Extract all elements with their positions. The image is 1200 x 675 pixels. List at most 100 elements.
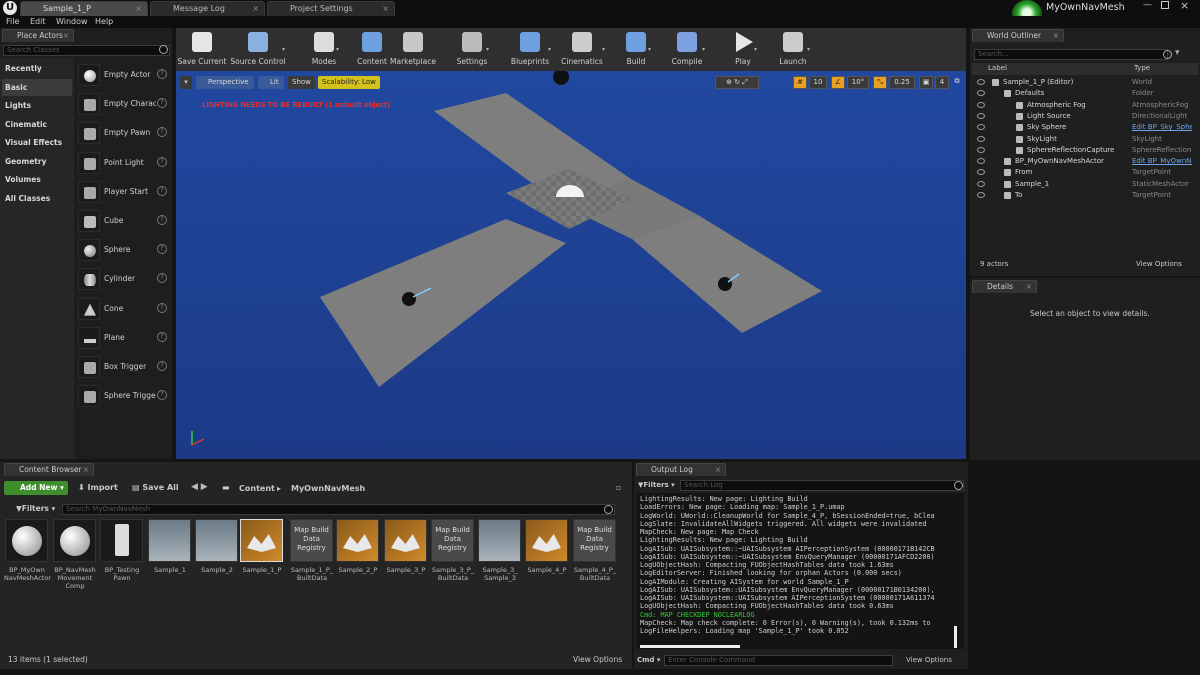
visibility-eye-icon[interactable] [977,169,985,176]
asset-tile[interactable]: Map Build Data Registry [431,519,474,562]
help-icon[interactable]: ? [157,361,167,371]
target-point-to[interactable] [718,277,732,291]
asset-tile[interactable] [148,519,191,562]
translate-tools[interactable]: ⊕ ↻ ⤢ [715,76,759,89]
import-button[interactable]: ⬇ Import [78,483,118,492]
actor-empty-pawn[interactable]: Empty Pawn? [75,119,170,147]
help-icon[interactable]: ? [157,244,167,255]
asset-tile[interactable] [384,519,427,562]
visibility-eye-icon[interactable] [977,124,985,131]
chevron-down-icon[interactable]: ▾ [807,46,810,53]
actor-player-start[interactable]: Player Start? [75,178,170,206]
outliner-row[interactable]: From TargetPoint [972,167,1194,178]
help-icon[interactable]: ? [157,127,167,138]
floor-arm-east[interactable] [632,215,822,333]
add-new-button[interactable]: Add New ▾ [4,481,68,495]
asset-tile[interactable] [100,519,143,562]
outliner-row[interactable]: Sky Sphere Edit BP_Sky_Sphere [972,122,1194,133]
floor-arm-west[interactable] [320,219,566,387]
visibility-eye-icon[interactable] [977,135,985,142]
asset-tile[interactable] [53,519,96,562]
scale-snap-icon[interactable]: ⤡ [873,76,887,89]
save-all-button[interactable]: ▤ Save All [132,483,179,492]
close-icon[interactable]: × [715,464,721,476]
log-hscrollbar[interactable] [640,645,740,648]
maximize-icon[interactable] [1161,1,1169,9]
outliner-row[interactable]: SphereReflectionCapture SphereReflectionC… [972,145,1194,156]
actor-plane[interactable]: Plane? [75,324,170,352]
modes-button[interactable]: Modes ▾ [306,28,342,71]
perspective-button[interactable]: Perspective [196,76,254,89]
compile-button[interactable]: Compile ▾ [666,28,708,71]
visibility-eye-icon[interactable] [977,112,985,119]
outliner-view-options[interactable]: View Options [1136,260,1182,268]
minimize-icon[interactable]: — [1143,0,1152,10]
asset-tile[interactable] [525,519,568,562]
actor-sphere[interactable]: Sphere? [75,236,170,264]
close-icon[interactable]: × [63,30,69,42]
blueprints-button[interactable]: Blueprints ▾ [506,28,554,71]
target-point-from[interactable] [402,292,416,306]
play-button[interactable]: Play ▾ [726,28,760,71]
rotate-snap-value[interactable]: 10° [847,76,869,89]
outliner-row[interactable]: Light Source DirectionalLight [972,111,1194,122]
lock-icon[interactable]: ▫ [616,483,621,492]
actor-cone[interactable]: Cone? [75,295,170,323]
category-all-classes[interactable]: All Classes [2,190,72,207]
launch-button[interactable]: Launch ▾ [773,28,813,71]
help-icon[interactable]: ? [157,273,167,284]
cmd-label[interactable]: Cmd ▾ [637,656,660,664]
camera-speed-value[interactable]: 4 [935,76,949,89]
asset-tile[interactable] [336,519,379,562]
close-window-icon[interactable]: × [1180,0,1189,12]
outliner-settings-icon[interactable]: ▾ [1175,48,1180,58]
asset-tile[interactable]: Map Build Data Registry [290,519,333,562]
tab-sample-1-p[interactable]: Sample_1_P × [20,1,148,16]
visibility-eye-icon[interactable] [977,180,985,187]
chevron-down-icon[interactable]: ▾ [336,46,339,53]
outliner-row[interactable]: Sample_1 StaticMeshActor [972,179,1194,190]
filters-button[interactable]: ▼Filters ▾ [16,504,55,513]
actor-empty-character[interactable]: Empty Character? [75,90,170,118]
close-icon[interactable]: × [382,2,389,16]
asset-tile[interactable] [5,519,48,562]
category-geometry[interactable]: Geometry [2,153,72,170]
log-view-options[interactable]: View Options [906,656,952,664]
help-icon[interactable]: ? [157,302,167,313]
outliner-row[interactable]: Atmospheric Fog AtmosphericFog [972,100,1194,111]
outliner-row[interactable]: Sample_1_P (Editor) World [972,77,1194,88]
visibility-eye-icon[interactable] [977,192,985,198]
actor-point-light[interactable]: Point Light? [75,149,170,177]
show-button[interactable]: Show [288,76,315,89]
close-icon[interactable]: × [135,2,142,16]
help-icon[interactable]: ? [157,215,167,225]
help-icon[interactable]: ? [157,69,167,79]
outliner-type[interactable]: Edit BP_MyOwnNavMeshActor [1132,156,1192,167]
help-icon[interactable]: ? [157,185,167,196]
help-icon[interactable]: ? [157,331,167,342]
actor-sphere-trigger[interactable]: Sphere Trigger? [75,382,170,410]
breadcrumb-content[interactable]: Content [239,484,275,493]
outliner-row[interactable]: Defaults Folder [972,88,1194,99]
chevron-down-icon[interactable]: ▾ [602,46,605,53]
label-column-header[interactable]: Label [988,64,1007,72]
outliner-row[interactable]: SkyLight SkyLight [972,134,1194,145]
chevron-down-icon[interactable]: ▾ [754,46,757,53]
category-recently-placed[interactable]: Recently Placed [2,60,72,90]
maximize-viewport-icon[interactable]: ⧉ [952,76,962,89]
category-volumes[interactable]: Volumes [2,171,72,188]
type-column-header[interactable]: Type [1134,64,1150,72]
actor-cylinder[interactable]: Cylinder? [75,265,170,293]
back-forward-icon[interactable]: ◀ ▶ [191,482,208,492]
place-actors-tab[interactable]: Place Actors × [2,29,74,42]
visibility-eye-icon[interactable] [977,79,985,85]
menu-window[interactable]: Window [56,16,88,28]
help-icon[interactable]: ? [157,390,167,401]
category-basic[interactable]: Basic [2,78,72,96]
outliner-row[interactable]: To TargetPoint [972,190,1194,201]
log-filters-button[interactable]: ▼Filters ▾ [638,481,675,489]
search-classes-input[interactable]: Search Classes [3,45,170,56]
actor-empty-actor[interactable]: Empty Actor? [75,61,170,89]
scale-snap-value[interactable]: 0.25 [889,76,915,89]
rotate-snap-icon[interactable]: ∠ [831,76,845,89]
